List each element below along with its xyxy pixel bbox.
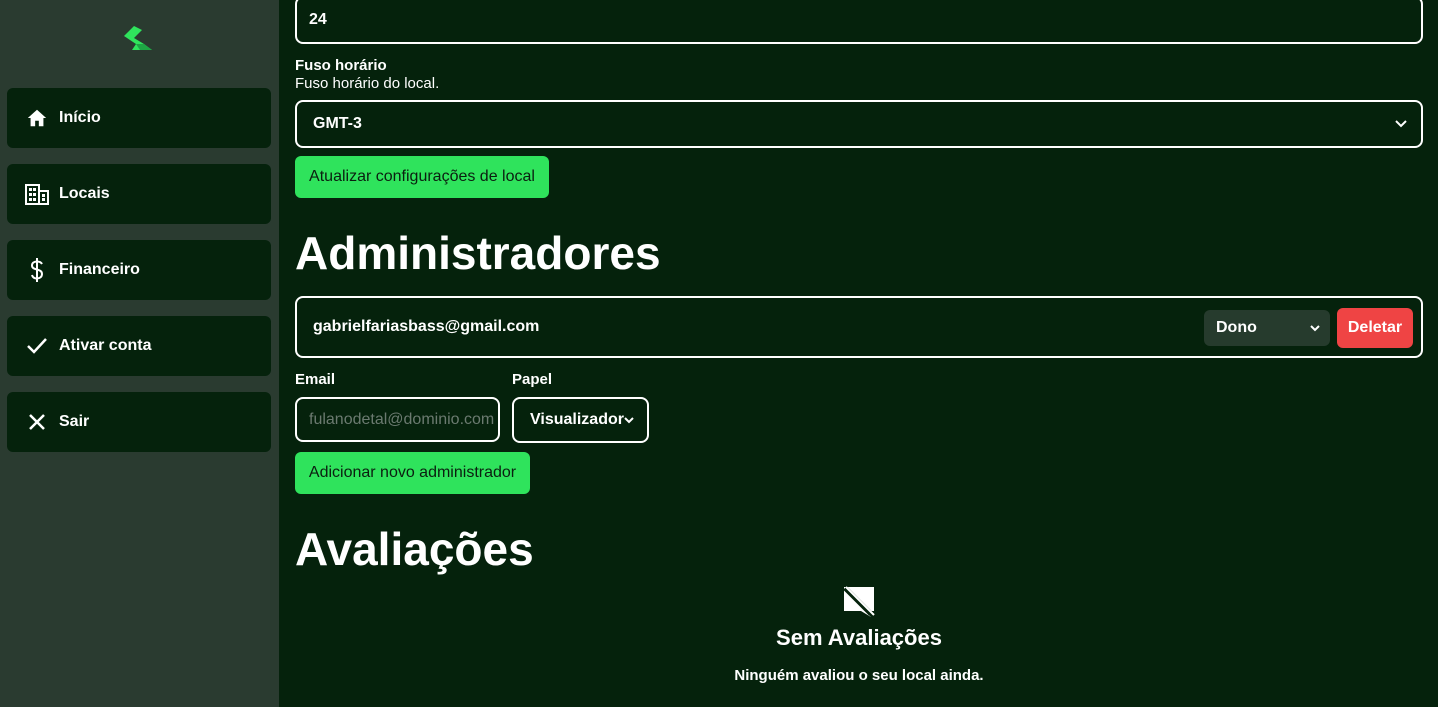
dollar-icon xyxy=(25,258,49,282)
update-location-settings-button[interactable]: Atualizar configurações de local xyxy=(295,156,549,198)
sidebar-item-sair[interactable]: Sair xyxy=(7,392,271,452)
email-placeholder: fulanodetal@dominio.com xyxy=(309,410,495,428)
close-icon xyxy=(25,410,49,434)
add-admin-button[interactable]: Adicionar novo administrador xyxy=(295,452,530,494)
timezone-label: Fuso horário xyxy=(295,57,387,74)
sidebar: Início Locais Financeiro Ativar conta Sa… xyxy=(0,0,279,707)
new-admin-email-input[interactable]: fulanodetal@dominio.com xyxy=(295,397,500,442)
settings-number-input[interactable]: 24 xyxy=(295,0,1423,44)
settings-number-value: 24 xyxy=(309,11,327,28)
sidebar-item-label: Início xyxy=(59,109,101,126)
sidebar-item-label: Sair xyxy=(59,413,90,430)
admins-heading: Administradores xyxy=(295,227,661,279)
timezone-description: Fuso horário do local. xyxy=(295,75,440,92)
new-admin-role-value: Visualizador xyxy=(530,411,624,428)
admin-role-value: Dono xyxy=(1216,319,1257,336)
new-admin-role-select[interactable]: Visualizador xyxy=(512,397,649,443)
sidebar-item-locais[interactable]: Locais xyxy=(7,164,271,224)
check-icon xyxy=(25,334,49,358)
sidebar-item-inicio[interactable]: Início xyxy=(7,88,271,148)
building-icon xyxy=(25,182,49,206)
new-admin-email-label: Email xyxy=(295,371,336,388)
brand-logo-icon[interactable] xyxy=(122,24,156,56)
empty-reviews-description: Ninguém avaliou o seu local ainda. xyxy=(734,667,984,684)
timezone-select[interactable]: GMT-3 xyxy=(295,100,1423,148)
main-content: 24 Fuso horário Fuso horário do local. G… xyxy=(295,0,1423,707)
sidebar-item-financeiro[interactable]: Financeiro xyxy=(7,240,271,300)
reviews-heading: Avaliações xyxy=(295,523,534,575)
home-icon xyxy=(25,106,49,130)
sidebar-item-label: Ativar conta xyxy=(59,337,152,354)
new-admin-role-label: Papel xyxy=(512,371,553,388)
admin-list-item: gabrielfariasbass@gmail.com Dono Deletar xyxy=(295,296,1423,358)
admin-email: gabrielfariasbass@gmail.com xyxy=(313,318,540,335)
admin-role-select[interactable]: Dono xyxy=(1204,310,1330,346)
timezone-selected-value: GMT-3 xyxy=(313,115,362,132)
sidebar-item-ativar-conta[interactable]: Ativar conta xyxy=(7,316,271,376)
chevron-down-icon xyxy=(1310,319,1320,337)
chevron-down-icon xyxy=(624,411,634,429)
delete-admin-button[interactable]: Deletar xyxy=(1337,308,1413,348)
empty-reviews-title: Sem Avaliações xyxy=(776,625,942,650)
comment-off-icon xyxy=(841,584,877,620)
sidebar-item-label: Financeiro xyxy=(59,261,140,278)
sidebar-item-label: Locais xyxy=(59,185,110,202)
chevron-down-icon xyxy=(1395,115,1407,133)
